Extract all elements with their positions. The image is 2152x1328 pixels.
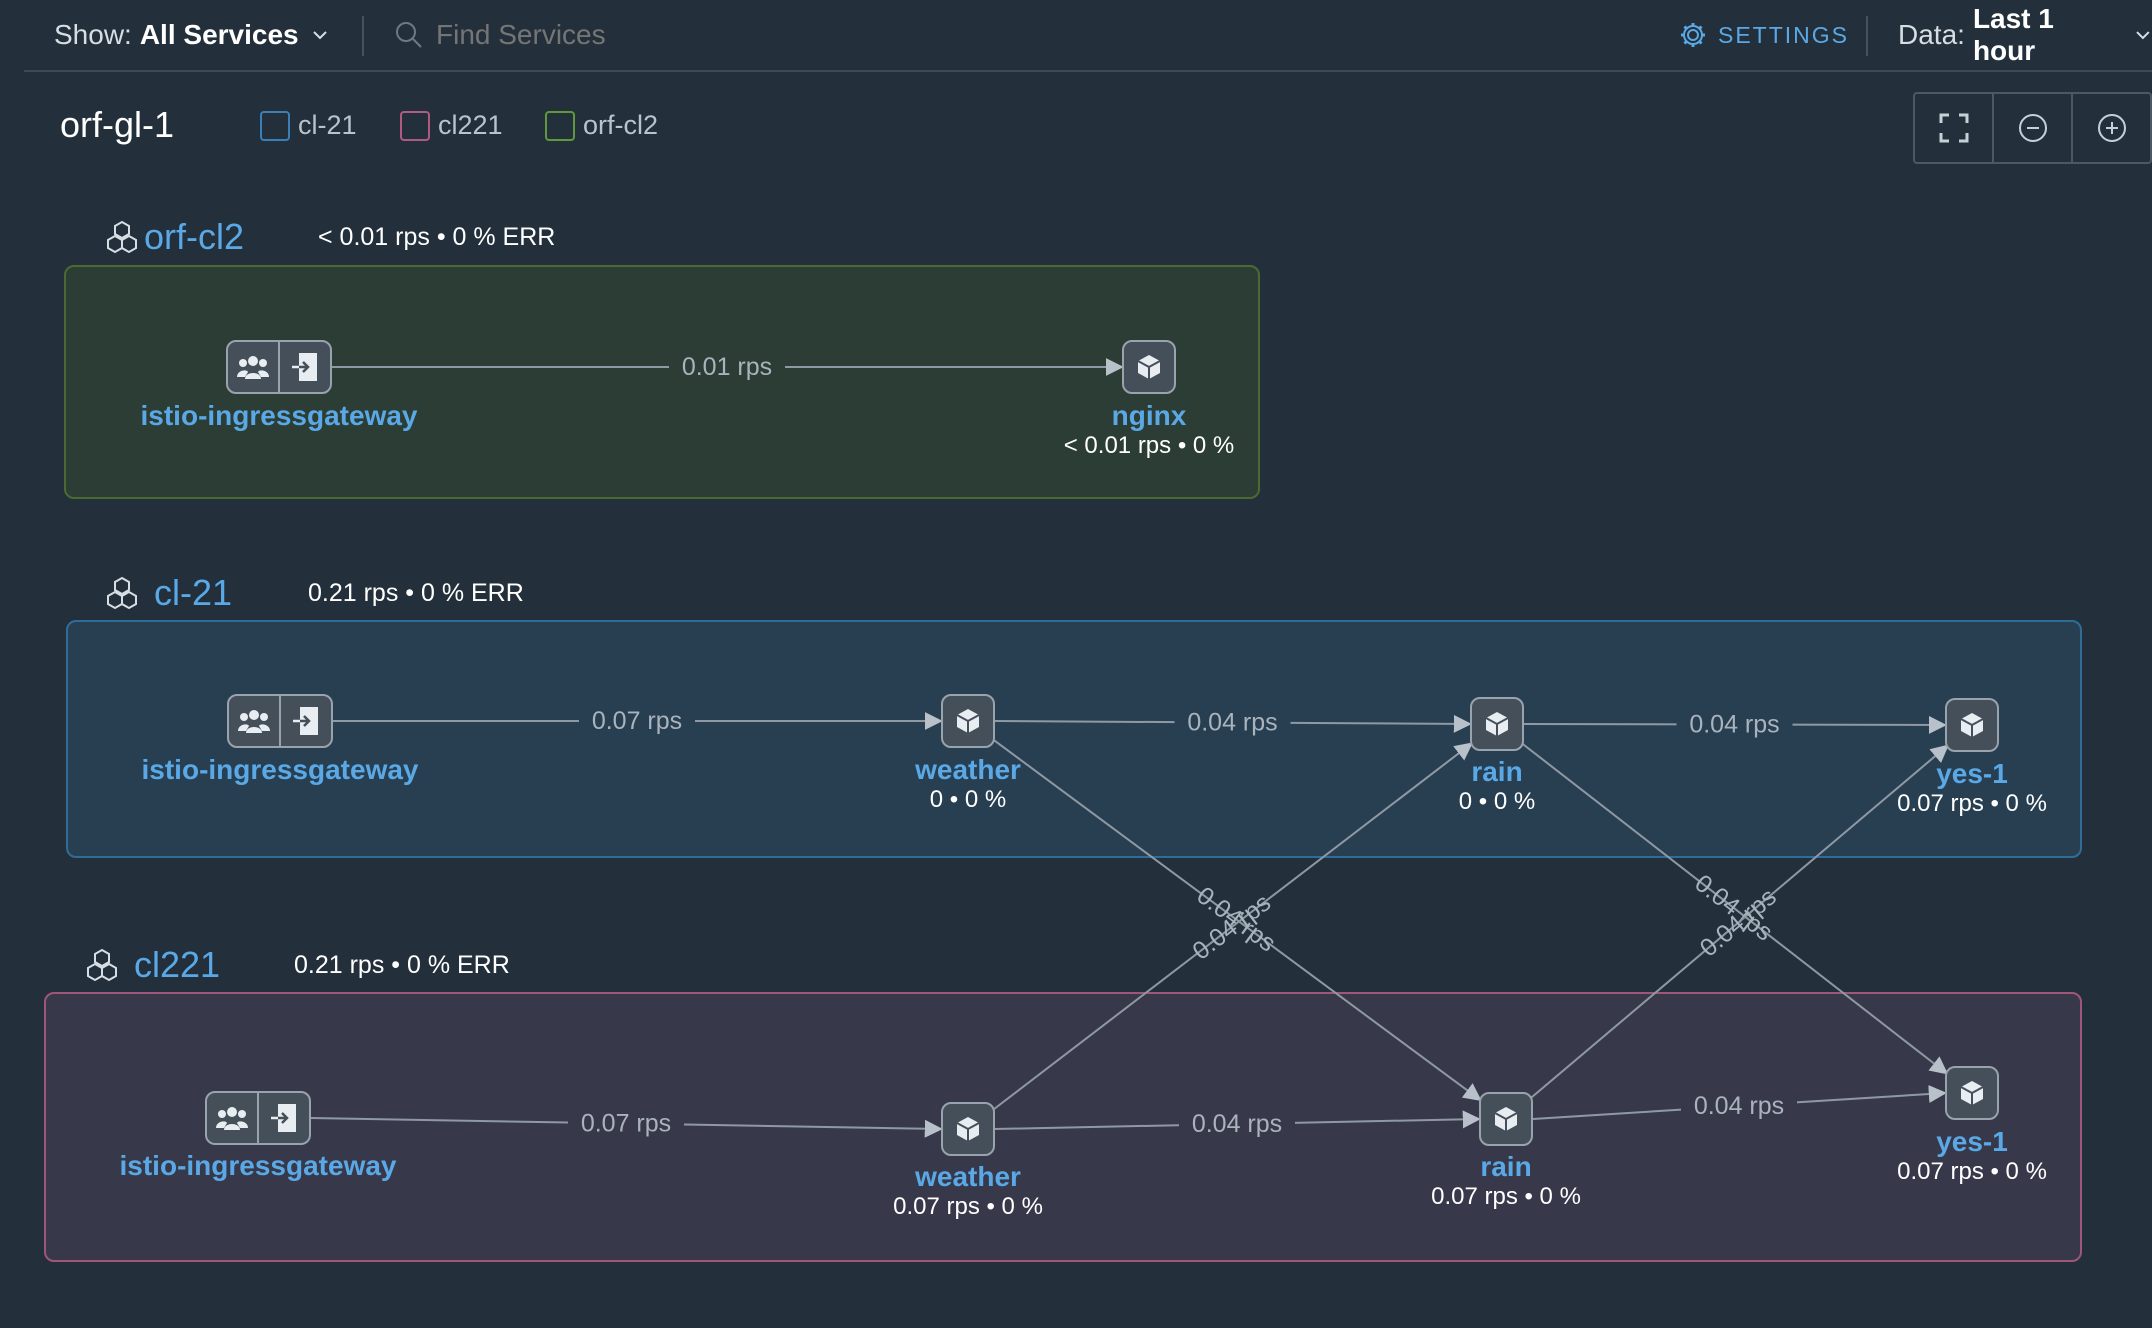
service-box-icon: [956, 709, 980, 733]
users-icon-cell: [207, 1093, 257, 1143]
users-icon: [237, 356, 269, 379]
edge-rate-text: 0.04 rps: [1187, 709, 1277, 737]
gateway-enter-icon: [293, 707, 318, 735]
node-stats: < 0.01 rps • 0 %: [1063, 432, 1235, 459]
edge-rate-text: 0.04 rps: [1192, 1110, 1282, 1138]
service-box-icon: [956, 1117, 980, 1141]
service-icon-cell: [943, 1104, 993, 1154]
users-icon-cell: [229, 696, 279, 746]
service-node[interactable]: [1122, 340, 1176, 394]
node-stats: 0.07 rps • 0 %: [1431, 1183, 1581, 1210]
edge-label: 0.04 rps: [1174, 706, 1291, 739]
node-name[interactable]: weather: [915, 754, 1021, 786]
service-icon-cell: [943, 696, 993, 746]
node-name[interactable]: rain: [1480, 1151, 1531, 1183]
edge-label: 0.04 rps: [1681, 1090, 1797, 1122]
node-name[interactable]: yes-1: [1936, 1126, 2008, 1158]
node-stats: 0.07 rps • 0 %: [893, 1193, 1043, 1220]
service-icon-cell: [1481, 1094, 1531, 1144]
edge-label: 0.04 rps: [1179, 1108, 1295, 1140]
service-icon-cell: [1124, 342, 1174, 392]
gateway-icon-cell: [257, 1093, 309, 1143]
node-name[interactable]: istio-ingressgateway: [141, 400, 418, 432]
edge-rate-text: 0.04 rps: [1689, 711, 1779, 739]
service-icon-cell: [1947, 1068, 1997, 1118]
service-box-icon: [1494, 1107, 1518, 1131]
service-node[interactable]: [1945, 1066, 1999, 1120]
node-name[interactable]: istio-ingressgateway: [142, 754, 419, 786]
users-icon-cell: [228, 342, 278, 392]
gateway-icon-cell: [279, 696, 331, 746]
gateway-enter-icon: [271, 1104, 296, 1132]
edge-rate-text: 0.04 rps: [1694, 1092, 1784, 1120]
node-stats: 0.07 rps • 0 %: [1897, 1158, 2047, 1185]
edge-rate-text: 0.07 rps: [581, 1110, 671, 1138]
node-stats: 0 • 0 %: [1458, 788, 1536, 815]
node-name[interactable]: istio-ingressgateway: [120, 1150, 397, 1182]
node-stats: 0.07 rps • 0 %: [1897, 790, 2047, 817]
node-name[interactable]: yes-1: [1936, 758, 2008, 790]
gateway-enter-icon: [292, 353, 317, 381]
node-name[interactable]: nginx: [1112, 400, 1187, 432]
gateway-node[interactable]: [205, 1091, 311, 1145]
edge-rate-text: 0.01 rps: [682, 353, 772, 381]
edge-rate-text: 0.07 rps: [592, 707, 682, 735]
service-node[interactable]: [1945, 698, 1999, 752]
edge-label: 0.07 rps: [568, 1107, 684, 1140]
node-name[interactable]: rain: [1471, 756, 1522, 788]
service-icon-cell: [1947, 700, 1997, 750]
edge-label: 0.01 rps: [669, 351, 785, 383]
users-icon: [216, 1107, 248, 1130]
edge-label: 0.04 rps: [1676, 708, 1793, 741]
edge-layer: 0.01 rps 0.07 rps 0.04 rps 0.04 rps 0.04 rps…: [310, 351, 1949, 1140]
service-node[interactable]: [1479, 1092, 1533, 1146]
gateway-node[interactable]: [227, 694, 333, 748]
users-icon: [238, 710, 270, 733]
service-node[interactable]: [941, 1102, 995, 1156]
service-node[interactable]: [1470, 697, 1524, 751]
service-box-icon: [1960, 713, 1984, 737]
gateway-icon-cell: [278, 342, 330, 392]
gateway-node[interactable]: [226, 340, 332, 394]
service-box-icon: [1485, 712, 1509, 736]
service-box-icon: [1137, 355, 1161, 379]
service-node[interactable]: [941, 694, 995, 748]
node-stats: 0 • 0 %: [929, 786, 1007, 813]
node-name[interactable]: weather: [915, 1161, 1021, 1193]
service-icon-cell: [1472, 699, 1522, 749]
service-box-icon: [1960, 1081, 1984, 1105]
edge-label: 0.07 rps: [579, 705, 695, 737]
